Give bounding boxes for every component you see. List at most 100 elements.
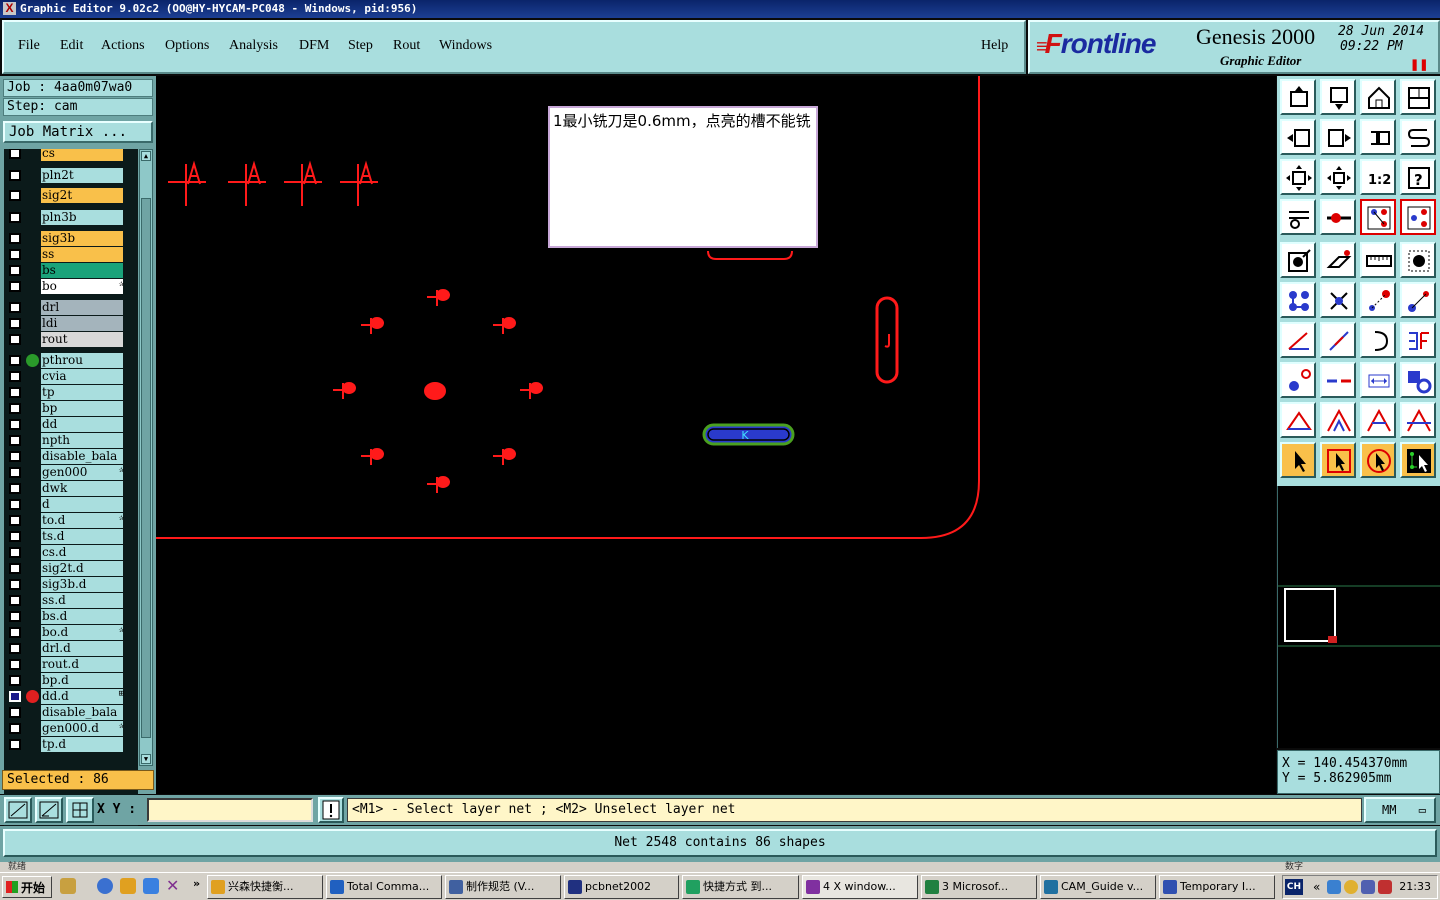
layer-name[interactable]: gen000: [41, 465, 123, 480]
layer-name[interactable]: ss.d: [41, 593, 123, 608]
layer-checkbox[interactable]: [9, 675, 21, 686]
menu-actions[interactable]: Actions: [101, 38, 145, 54]
zoom-box-icon[interactable]: [4, 797, 32, 823]
layer-name[interactable]: drl.d: [41, 641, 123, 656]
layer-row[interactable]: bo.d ✰: [4, 625, 138, 640]
layer-row[interactable]: dd.d ⊞: [4, 689, 138, 704]
pointer-circle-icon[interactable]: [1360, 442, 1396, 478]
layer-row[interactable]: pln3b: [4, 210, 138, 225]
layer-row[interactable]: ss.d: [4, 593, 138, 608]
layer-row[interactable]: drl.d: [4, 641, 138, 656]
angle-line-icon[interactable]: [1280, 322, 1316, 358]
layer-name[interactable]: bp.d: [41, 673, 123, 688]
flip-icon[interactable]: [1400, 322, 1436, 358]
layer-checkbox[interactable]: [9, 281, 21, 292]
alert-icon[interactable]: [318, 797, 344, 823]
layer-name[interactable]: dd.d: [41, 689, 123, 704]
layer-checkbox[interactable]: [9, 739, 21, 750]
split-view-icon[interactable]: [1400, 79, 1436, 115]
download-icon[interactable]: [1320, 79, 1356, 115]
layer-checkbox[interactable]: [9, 419, 21, 430]
layer-name[interactable]: tp: [41, 385, 123, 400]
net-highlight-icon[interactable]: [1400, 199, 1436, 235]
pointer-select-icon[interactable]: [1280, 442, 1316, 478]
layer-name[interactable]: cs.d: [41, 545, 123, 560]
browser-icon[interactable]: [143, 878, 159, 894]
layer-name[interactable]: npth: [41, 433, 123, 448]
edit-shape-icon[interactable]: [1320, 242, 1356, 278]
layer-name[interactable]: cs: [41, 149, 123, 161]
pad-snap-icon[interactable]: [1280, 362, 1316, 398]
x-app-icon[interactable]: ✕: [166, 878, 182, 894]
menu-options[interactable]: Options: [165, 38, 209, 54]
layer-checkbox[interactable]: [9, 515, 21, 526]
layer-name[interactable]: d: [41, 497, 123, 512]
layer-row[interactable]: sig3b.d: [4, 577, 138, 592]
layer-row[interactable]: pthrou: [4, 353, 138, 368]
layer-row[interactable]: disable_bala: [4, 449, 138, 464]
layer-checkbox[interactable]: [9, 547, 21, 558]
scroll-down-arrow-icon[interactable]: ▼: [141, 754, 151, 764]
undo-view-icon[interactable]: [1360, 119, 1396, 155]
menu-help[interactable]: Help: [981, 38, 1008, 54]
layer-checkbox[interactable]: [9, 318, 21, 329]
layer-checkbox[interactable]: [9, 611, 21, 622]
taskbar-button[interactable]: 4 X window...: [802, 875, 918, 899]
ie-icon[interactable]: [97, 878, 113, 894]
connect-nodes-icon[interactable]: [1280, 282, 1316, 318]
start-button[interactable]: 开始: [2, 876, 52, 898]
xy-input[interactable]: [147, 798, 313, 822]
layer-row[interactable]: tp.d: [4, 737, 138, 752]
layer-checkbox[interactable]: [9, 707, 21, 718]
layer-name[interactable]: pthrou: [41, 353, 123, 368]
layer-checkbox[interactable]: [9, 435, 21, 446]
more-icon[interactable]: »: [193, 877, 200, 890]
layer-name[interactable]: dwk: [41, 481, 123, 496]
quicklaunch-app-icon[interactable]: [60, 878, 76, 894]
layer-checkbox[interactable]: [9, 643, 21, 654]
taskbar-button[interactable]: 3 Microsof...: [921, 875, 1037, 899]
layer-checkbox[interactable]: [9, 723, 21, 734]
layer-checkbox[interactable]: [9, 531, 21, 542]
layer-row[interactable]: cvia: [4, 369, 138, 384]
layer-name[interactable]: sig2t: [41, 188, 123, 203]
layer-row[interactable]: rout: [4, 332, 138, 347]
scroll-up-arrow-icon[interactable]: ▲: [141, 151, 151, 161]
layer-checkbox[interactable]: [9, 595, 21, 606]
layer-name[interactable]: disable_bala: [41, 705, 123, 720]
layer-name[interactable]: to.d: [41, 513, 123, 528]
move-point-icon[interactable]: [1360, 282, 1396, 318]
net-select-icon[interactable]: [1360, 199, 1396, 235]
layer-name[interactable]: ss: [41, 247, 123, 262]
move-end-icon[interactable]: [1400, 282, 1436, 318]
tray-clock[interactable]: 21:33: [1399, 876, 1431, 898]
layer-name[interactable]: drl: [41, 300, 123, 315]
pointer-net-icon[interactable]: [1400, 442, 1436, 478]
triangle-split-icon[interactable]: [1320, 402, 1356, 438]
layer-row[interactable]: cs.d: [4, 545, 138, 560]
line-split-icon[interactable]: [1320, 362, 1356, 398]
layer-checkbox[interactable]: [9, 233, 21, 244]
select-area-icon[interactable]: [1400, 242, 1436, 278]
triangle-fill-icon[interactable]: [1360, 402, 1396, 438]
layer-row[interactable]: npth: [4, 433, 138, 448]
layer-checkbox[interactable]: [9, 355, 21, 366]
zoom-center-icon[interactable]: [1320, 159, 1356, 195]
taskbar-button[interactable]: 兴森快捷衡...: [207, 875, 323, 899]
menu-step[interactable]: Step: [348, 38, 373, 54]
layer-name[interactable]: tp.d: [41, 737, 123, 752]
taskbar-button[interactable]: pcbnet2002: [564, 875, 679, 899]
pan-left-icon[interactable]: [1280, 119, 1316, 155]
layer-checkbox[interactable]: [9, 334, 21, 345]
menu-dfm[interactable]: DFM: [299, 38, 329, 54]
menu-edit[interactable]: Edit: [60, 38, 83, 54]
layer-checkbox[interactable]: [9, 249, 21, 260]
layer-row[interactable]: dwk: [4, 481, 138, 496]
layer-row[interactable]: gen000 ✰: [4, 465, 138, 480]
layer-name[interactable]: disable_bala: [41, 449, 123, 464]
layer-checkbox[interactable]: [9, 302, 21, 313]
layer-row[interactable]: ts.d: [4, 529, 138, 544]
layer-name[interactable]: dd: [41, 417, 123, 432]
layer-row[interactable]: pln2t: [4, 168, 138, 183]
tray-network-icon[interactable]: [1327, 880, 1341, 894]
